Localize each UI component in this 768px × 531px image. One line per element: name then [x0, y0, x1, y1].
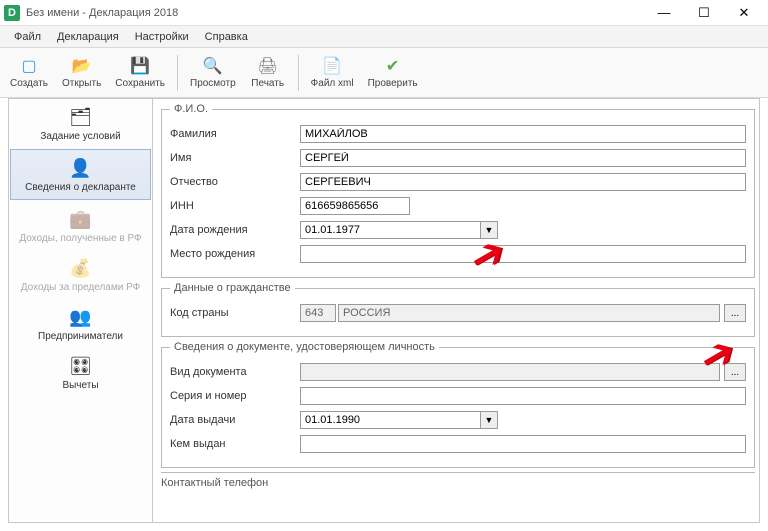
- dob-label: Дата рождения: [170, 224, 300, 236]
- close-button[interactable]: ✕: [724, 2, 764, 24]
- open-folder-icon: 📂: [71, 56, 93, 76]
- titlebar: D Без имени - Декларация 2018 — ☐ ✕: [0, 0, 768, 26]
- save-icon: 💾: [129, 56, 151, 76]
- series-label: Серия и номер: [170, 390, 300, 402]
- app-icon: D: [4, 5, 20, 21]
- menu-help[interactable]: Справка: [197, 29, 256, 45]
- menu-file[interactable]: Файл: [6, 29, 49, 45]
- preview-label: Просмотр: [190, 78, 236, 89]
- issued-by-input[interactable]: [300, 435, 746, 453]
- fio-section: Ф.И.О. Фамилия Имя Отчество ИНН Дата рож…: [161, 103, 755, 278]
- check-label: Проверить: [368, 78, 418, 89]
- menu-settings[interactable]: Настройки: [127, 29, 197, 45]
- toolbar-separator: [298, 55, 299, 91]
- citizenship-legend: Данные о гражданстве: [170, 282, 295, 294]
- citizenship-section: Данные о гражданстве Код страны ...: [161, 282, 755, 337]
- doc-type-label: Вид документа: [170, 366, 300, 378]
- sidebar-item-conditions[interactable]: 🗂 Задание условий: [9, 99, 152, 148]
- sidebar-item-declarant[interactable]: 👤 Сведения о декларанте: [10, 149, 151, 200]
- window-title: Без имени - Декларация 2018: [26, 7, 644, 19]
- window-controls: — ☐ ✕: [644, 2, 764, 24]
- sidebar-label-declarant: Сведения о декларанте: [25, 182, 136, 193]
- sidebar-item-income-foreign[interactable]: 💰 Доходы за пределами РФ: [9, 250, 152, 299]
- series-input[interactable]: [300, 387, 746, 405]
- open-label: Открыть: [62, 78, 101, 89]
- country-code-label: Код страны: [170, 307, 300, 319]
- income-rf-icon: 💼: [67, 207, 95, 231]
- pob-label: Место рождения: [170, 248, 300, 260]
- doc-type-input: [300, 363, 720, 381]
- contact-section: Контактный телефон: [161, 472, 755, 489]
- patronymic-input[interactable]: [300, 173, 746, 191]
- patronymic-label: Отчество: [170, 176, 300, 188]
- income-foreign-icon: 💰: [67, 256, 95, 280]
- declarant-icon: 👤: [67, 156, 95, 180]
- issue-date-picker[interactable]: ▼: [300, 411, 498, 429]
- surname-label: Фамилия: [170, 128, 300, 140]
- save-label: Сохранить: [115, 78, 165, 89]
- contact-phone-label: Контактный телефон: [161, 477, 268, 489]
- issue-date-input[interactable]: [300, 411, 480, 429]
- sidebar-label-income-foreign: Доходы за пределами РФ: [21, 282, 140, 293]
- doc-type-browse-button[interactable]: ...: [724, 363, 746, 381]
- xml-icon: 📄: [321, 56, 343, 76]
- file-xml-button[interactable]: 📄 Файл xml: [305, 54, 360, 91]
- fio-legend: Ф.И.О.: [170, 103, 212, 115]
- entrepreneurs-icon: 👥: [67, 305, 95, 329]
- content-area: Ф.И.О. Фамилия Имя Отчество ИНН Дата рож…: [153, 99, 759, 522]
- dob-date-picker[interactable]: ▼: [300, 221, 498, 239]
- issued-by-label: Кем выдан: [170, 438, 300, 450]
- minimize-button[interactable]: —: [644, 2, 684, 24]
- inn-label: ИНН: [170, 200, 300, 212]
- sidebar-label-income-rf: Доходы, полученные в РФ: [19, 233, 141, 244]
- preview-icon: 🔍: [202, 56, 224, 76]
- country-name-input: [338, 304, 720, 322]
- save-button[interactable]: 💾 Сохранить: [109, 54, 171, 91]
- print-button[interactable]: 🖨 Печать: [244, 54, 292, 91]
- dob-input[interactable]: [300, 221, 480, 239]
- deductions-icon: 🎛: [67, 354, 95, 378]
- surname-input[interactable]: [300, 125, 746, 143]
- country-code-input: [300, 304, 336, 322]
- inn-input[interactable]: [300, 197, 410, 215]
- menu-declaration[interactable]: Декларация: [49, 29, 127, 45]
- identity-legend: Сведения о документе, удостоверяющем лич…: [170, 341, 439, 353]
- issue-date-label: Дата выдачи: [170, 414, 300, 426]
- main-area: 🗂 Задание условий 👤 Сведения о декларант…: [8, 98, 760, 523]
- new-doc-icon: ▢: [18, 56, 40, 76]
- sidebar: 🗂 Задание условий 👤 Сведения о декларант…: [9, 99, 153, 522]
- preview-button[interactable]: 🔍 Просмотр: [184, 54, 242, 91]
- create-label: Создать: [10, 78, 48, 89]
- conditions-icon: 🗂: [67, 105, 95, 129]
- open-button[interactable]: 📂 Открыть: [56, 54, 107, 91]
- issue-date-dropdown-button[interactable]: ▼: [480, 411, 498, 429]
- toolbar-separator: [177, 55, 178, 91]
- identity-section: Сведения о документе, удостоверяющем лич…: [161, 341, 755, 468]
- name-label: Имя: [170, 152, 300, 164]
- check-button[interactable]: ✔ Проверить: [362, 54, 424, 91]
- toolbar: ▢ Создать 📂 Открыть 💾 Сохранить 🔍 Просмо…: [0, 48, 768, 98]
- file-xml-label: Файл xml: [311, 78, 354, 89]
- sidebar-item-deductions[interactable]: 🎛 Вычеты: [9, 348, 152, 397]
- sidebar-item-entrepreneurs[interactable]: 👥 Предприниматели: [9, 299, 152, 348]
- sidebar-label-deductions: Вычеты: [62, 380, 98, 391]
- sidebar-item-income-rf[interactable]: 💼 Доходы, полученные в РФ: [9, 201, 152, 250]
- menubar: Файл Декларация Настройки Справка: [0, 26, 768, 48]
- create-button[interactable]: ▢ Создать: [4, 54, 54, 91]
- dob-dropdown-button[interactable]: ▼: [480, 221, 498, 239]
- print-icon: 🖨: [257, 56, 279, 76]
- maximize-button[interactable]: ☐: [684, 2, 724, 24]
- sidebar-label-conditions: Задание условий: [40, 131, 120, 142]
- print-label: Печать: [251, 78, 284, 89]
- check-icon: ✔: [382, 56, 404, 76]
- sidebar-label-entrepreneurs: Предприниматели: [38, 331, 123, 342]
- name-input[interactable]: [300, 149, 746, 167]
- pob-input[interactable]: [300, 245, 746, 263]
- country-browse-button[interactable]: ...: [724, 304, 746, 322]
